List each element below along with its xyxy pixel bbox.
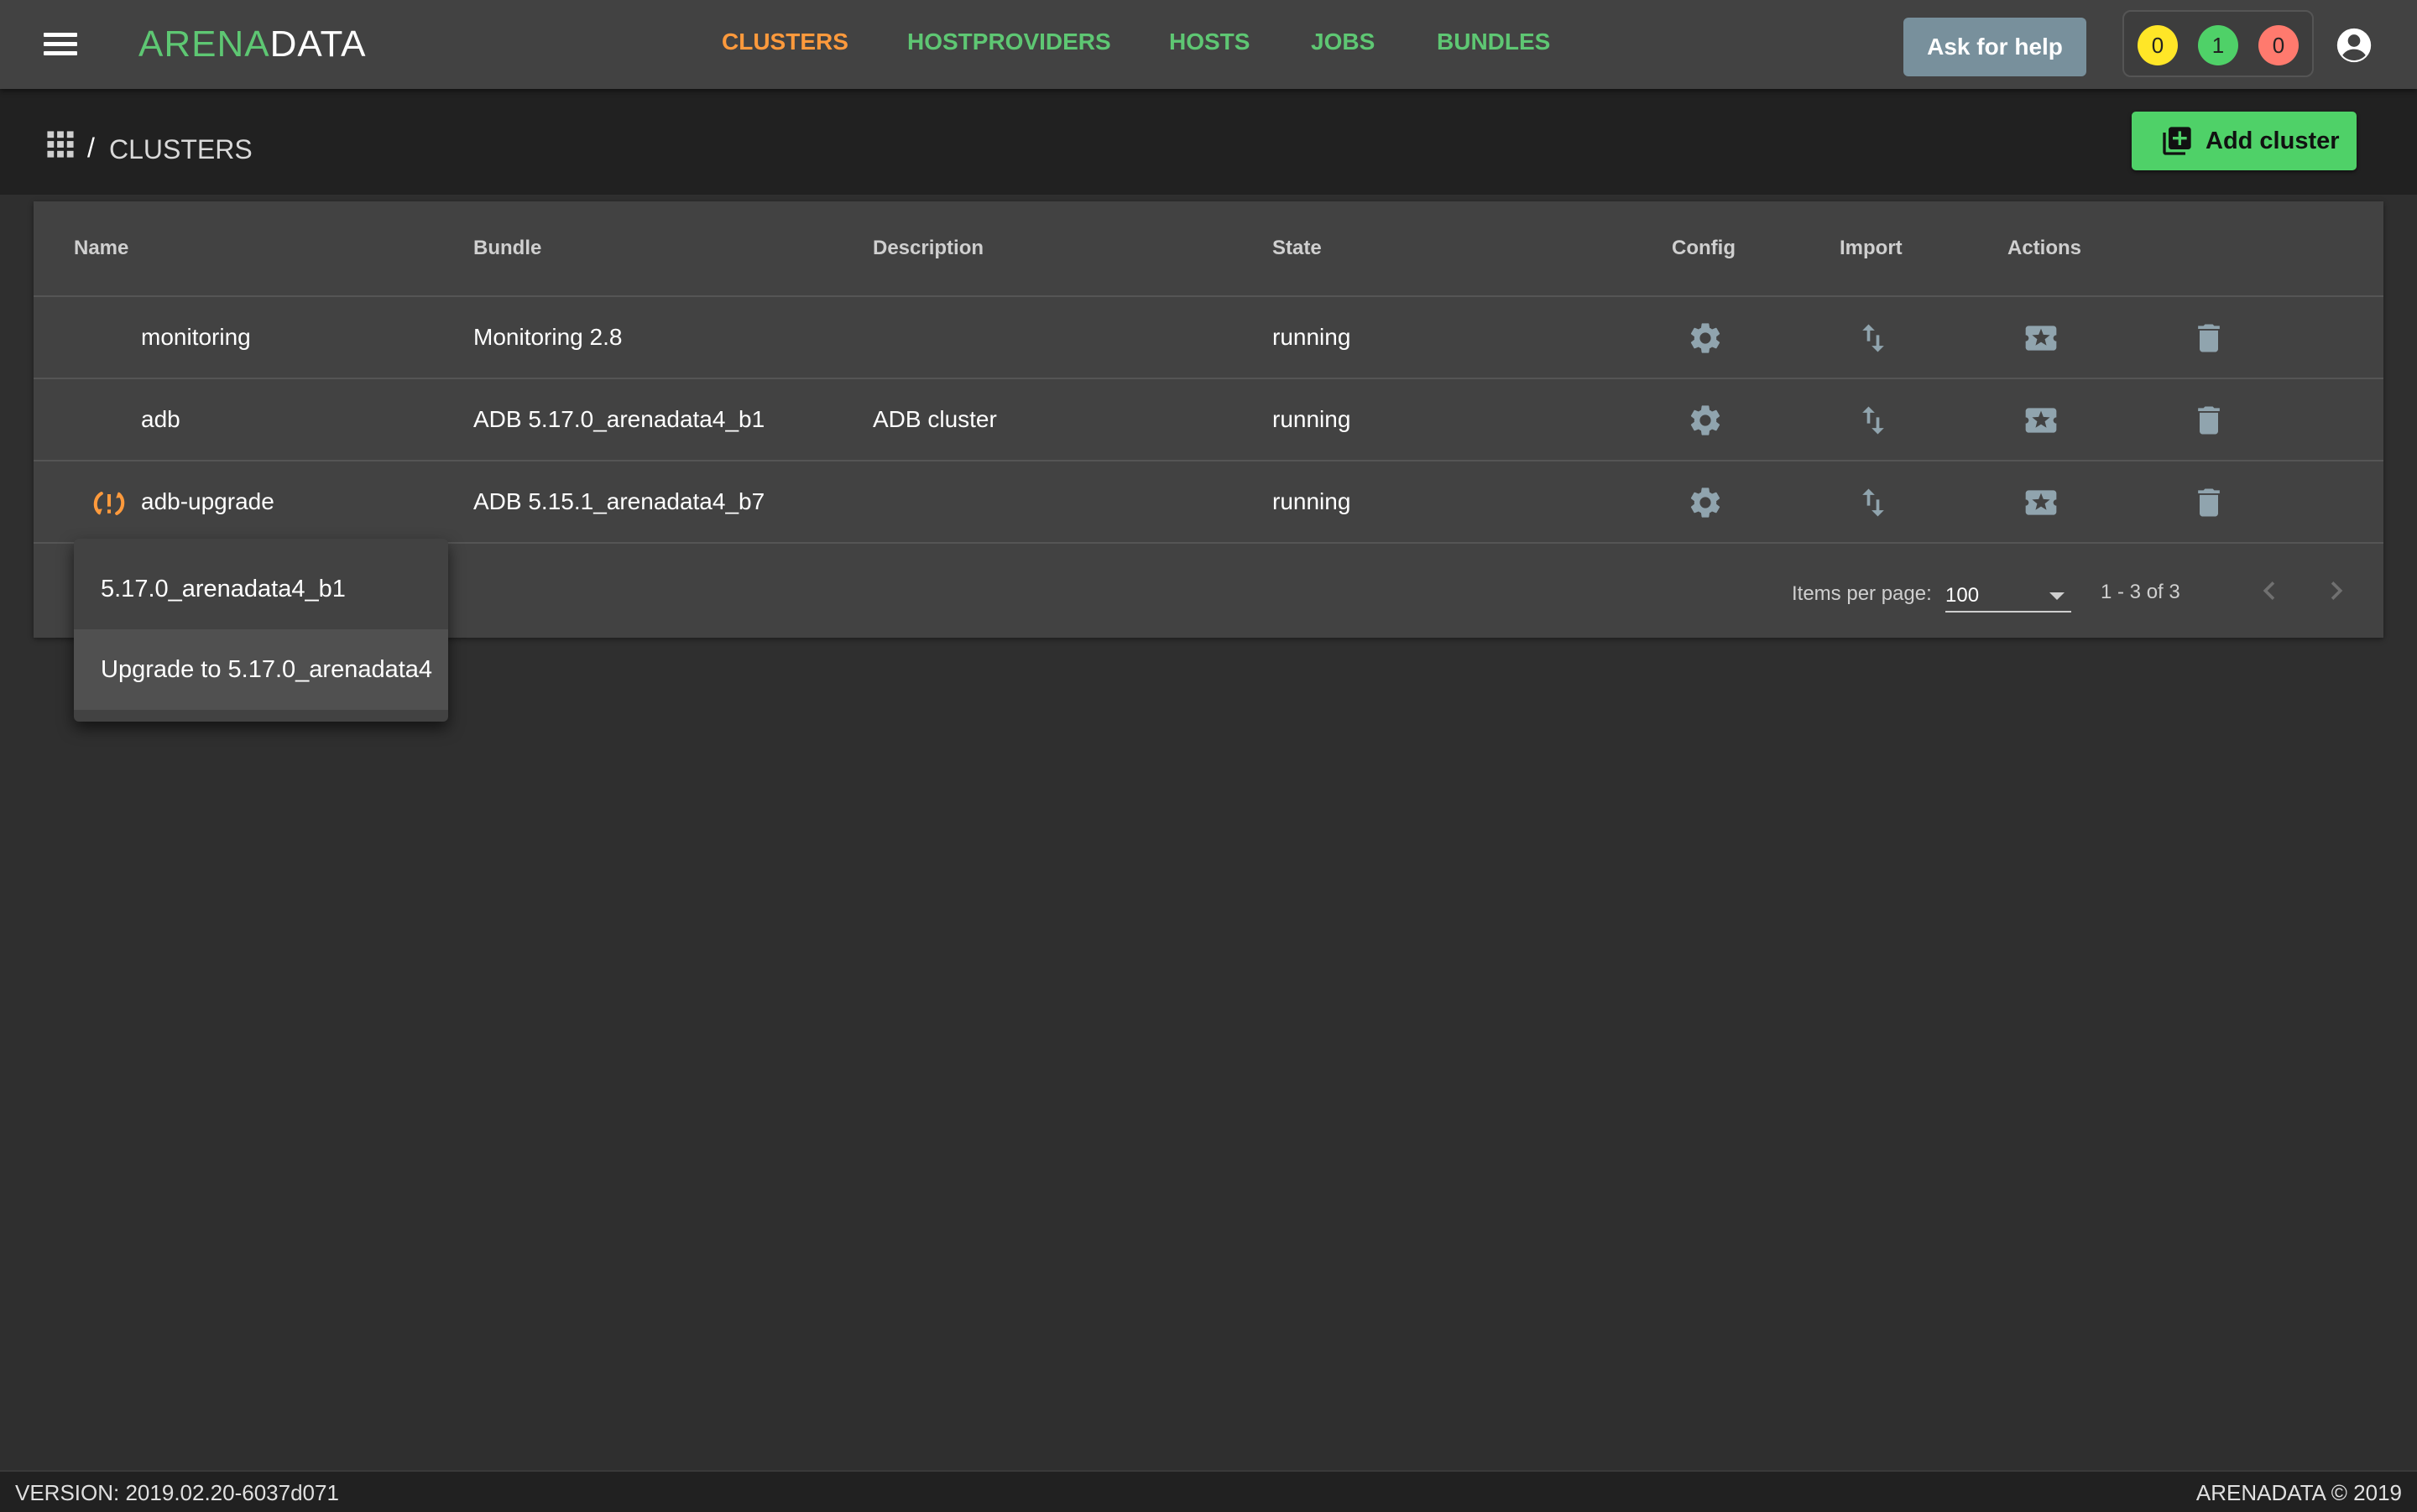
cluster-state: running (1272, 406, 1351, 432)
nav-jobs[interactable]: JOBS (1311, 29, 1375, 55)
badge-failed-count[interactable]: 0 (2258, 25, 2299, 65)
cluster-name: adb-upgrade (141, 488, 274, 514)
column-header-description[interactable]: Description (873, 237, 984, 260)
column-header-name[interactable]: Name (74, 237, 128, 260)
account-circle-icon[interactable] (2336, 27, 2373, 64)
next-page-icon[interactable] (2318, 572, 2355, 609)
import-export-icon[interactable] (1855, 402, 1892, 439)
cluster-bundle: ADB 5.17.0_arenadata4_b1 (473, 406, 765, 432)
badge-success-count[interactable]: 1 (2198, 25, 2238, 65)
top-toolbar: ARENADATA CLUSTERS HOSTPROVIDERS HOSTS J… (0, 0, 2417, 89)
actions-ticket-icon[interactable] (2023, 402, 2059, 439)
page-range-label: 1 - 3 of 3 (2101, 581, 2180, 603)
settings-gear-icon[interactable] (1687, 402, 1724, 439)
nav-hosts[interactable]: HOSTS (1169, 29, 1250, 55)
job-status-badges: 0 1 0 (2122, 10, 2314, 77)
column-header-bundle[interactable]: Bundle (473, 237, 541, 260)
arenadata-logo[interactable]: ARENADATA (138, 23, 366, 65)
nav-hostproviders[interactable]: HOSTPROVIDERS (907, 29, 1111, 55)
page-header (0, 89, 2417, 195)
delete-trash-icon[interactable] (2190, 484, 2227, 521)
logo-part-data: DATA (269, 23, 367, 65)
cluster-name: adb (141, 406, 180, 432)
version-label: VERSION: 2019.02.20-6037d071 (15, 1480, 339, 1505)
ask-for-help-button[interactable]: Ask for help (1903, 18, 2086, 76)
import-export-icon[interactable] (1855, 320, 1892, 357)
column-header-import: Import (1840, 237, 1903, 259)
upgrade-menu-item-label: 5.17.0_arenadata4_b1 (101, 576, 346, 602)
app-footer: VERSION: 2019.02.20-6037d071 ARENADATA ©… (0, 1470, 2417, 1512)
logo-part-arena: ARENA (138, 23, 270, 65)
upgrade-menu-item-label: Upgrade to 5.17.0_arenadata4 (101, 656, 433, 683)
settings-gear-icon[interactable] (1687, 484, 1724, 521)
apps-grid-icon[interactable] (46, 130, 75, 159)
add-cluster-label: Add cluster (2206, 128, 2340, 154)
actions-ticket-icon[interactable] (2023, 320, 2059, 357)
copyright-label: ARENADATA © 2019 (2195, 1480, 2402, 1505)
table-row[interactable]: adb-upgrade ADB 5.15.1_arenadata4_b7 run… (34, 460, 2383, 544)
upgrade-menu: 5.17.0_arenadata4_b1 Upgrade to 5.17.0_a… (74, 539, 448, 722)
actions-ticket-icon[interactable] (2023, 484, 2059, 521)
upgrade-menu-item-version[interactable]: 5.17.0_arenadata4_b1 (74, 549, 448, 629)
add-cluster-button[interactable]: Add cluster (2132, 112, 2357, 170)
cluster-bundle: ADB 5.15.1_arenadata4_b7 (473, 488, 765, 514)
upgrade-menu-item-upgrade[interactable]: Upgrade to 5.17.0_arenadata4 (74, 629, 448, 710)
column-header-actions: Actions (2007, 237, 2082, 259)
cluster-name: monitoring (141, 324, 251, 350)
nav-clusters[interactable]: CLUSTERS (722, 29, 848, 55)
upgrade-available-icon[interactable] (91, 485, 128, 522)
chevron-down-icon (2049, 592, 2065, 600)
menu-icon[interactable] (39, 28, 82, 61)
items-per-page-value: 100 (1945, 584, 1980, 607)
delete-trash-icon[interactable] (2190, 320, 2227, 357)
import-export-icon[interactable] (1855, 484, 1892, 521)
items-per-page-label: Items per page: (1792, 582, 1932, 605)
table-row[interactable]: adb ADB 5.17.0_arenadata4_b1 ADB cluster… (34, 378, 2383, 461)
settings-gear-icon[interactable] (1687, 320, 1724, 357)
items-per-page-select[interactable]: 100 (1945, 577, 2071, 613)
column-header-state[interactable]: State (1272, 237, 1322, 260)
cluster-description: ADB cluster (873, 406, 997, 432)
breadcrumb-separator: / (87, 133, 95, 163)
badge-running-count[interactable]: 0 (2138, 25, 2178, 65)
add-box-icon (2163, 127, 2191, 155)
cluster-state: running (1272, 324, 1351, 350)
table-row[interactable]: monitoring Monitoring 2.8 running (34, 295, 2383, 379)
cluster-bundle: Monitoring 2.8 (473, 324, 623, 350)
page-title: CLUSTERS (109, 134, 253, 164)
nav-bundles[interactable]: BUNDLES (1437, 29, 1550, 55)
column-header-config: Config (1672, 237, 1736, 259)
previous-page-icon[interactable] (2251, 572, 2288, 609)
cluster-state: running (1272, 488, 1351, 514)
delete-trash-icon[interactable] (2190, 402, 2227, 439)
